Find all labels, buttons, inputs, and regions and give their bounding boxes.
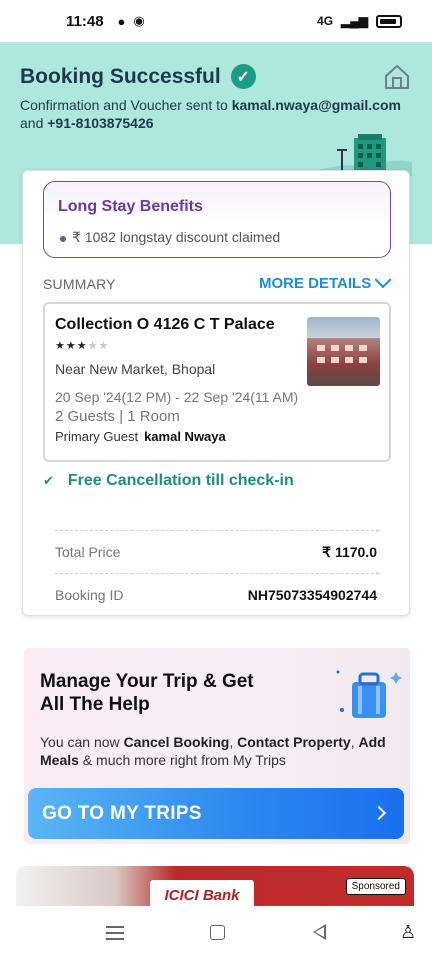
hotel-name: Collection O 4126 C T Palace <box>55 316 275 333</box>
status-right: 4G ▂▄▆ <box>317 14 402 28</box>
desc-text: , <box>350 734 359 750</box>
divider <box>55 573 379 574</box>
page-title: Booking Successful <box>20 64 221 88</box>
chevron-right-icon <box>371 805 387 821</box>
confirm-prefix: Confirmation and Voucher sent to <box>20 97 232 113</box>
bullet-icon <box>60 236 66 242</box>
desc-cancel-booking: Cancel Booking <box>123 734 230 750</box>
nav-home-icon[interactable] <box>210 925 225 940</box>
desc-text: , <box>229 734 238 750</box>
home-icon[interactable] <box>382 62 412 92</box>
desc-text: You can now <box>40 734 124 750</box>
system-nav-bar: ♙ <box>0 906 432 960</box>
manage-trip-description: You can now Cancel Booking, Contact Prop… <box>40 733 390 769</box>
free-cancellation-text: Free Cancellation till check-in <box>67 472 294 489</box>
booking-id-value: NH75073354902744 <box>247 587 377 603</box>
menu-icon[interactable] <box>106 926 124 940</box>
booking-summary-card: Long Stay Benefits ₹ 1082 longstay disco… <box>22 170 410 616</box>
booking-id-label: Booking ID <box>55 587 124 603</box>
title-row: Booking Successful ✓ <box>20 64 256 89</box>
signal-icon: ▂▄▆ <box>341 14 368 28</box>
desc-text: & much more right from My Trips <box>78 752 286 768</box>
manage-trip-section: Manage Your Trip & Get All The Help You … <box>24 648 410 844</box>
long-stay-title: Long Stay Benefits <box>58 198 203 215</box>
more-details-button[interactable]: MORE DETAILS <box>259 270 392 292</box>
summary-label: SUMMARY <box>43 276 116 292</box>
sponsored-badge: Sponsored <box>345 878 406 895</box>
suitcase-icon <box>336 670 402 718</box>
manage-trip-title: Manage Your Trip & Get All The Help <box>40 671 254 715</box>
total-price-label: Total Price <box>55 544 121 560</box>
email-text: kamal.nwaya@gmail.com <box>231 97 401 113</box>
star-rating: ★★★★★ <box>55 339 109 352</box>
primary-guest-label: Primary Guest <box>55 429 139 444</box>
primary-guest: Primary Guest kamal Nwaya <box>55 429 226 444</box>
chevron-down-icon <box>374 270 392 288</box>
go-to-my-trips-label: GO TO MY TRIPS <box>42 802 202 824</box>
chat-icon: ● <box>117 13 126 29</box>
hotel-details[interactable]: Collection O 4126 C T Palace ★★★★★ Near … <box>43 302 391 462</box>
status-time: 11:48 <box>66 12 104 30</box>
star-empty-icon: ★★ <box>87 340 110 352</box>
free-cancellation: ✔ Free Cancellation till check-in <box>43 472 294 490</box>
hotel-location: Near New Market, Bhopal <box>55 361 216 377</box>
confirm-and: and <box>20 115 48 131</box>
phone-text: +91-8103875426 <box>47 115 154 131</box>
app-notification-icon: ◉ <box>133 13 145 28</box>
accessibility-icon[interactable]: ♙ <box>400 922 416 943</box>
confirmation-text: Confirmation and Voucher sent to kamal.n… <box>20 96 420 132</box>
check-circle-icon: ✓ <box>230 64 256 89</box>
stay-dates: 20 Sep '24(12 PM) - 22 Sep '24(11 AM) <box>55 389 299 405</box>
battery-icon <box>376 14 402 28</box>
divider <box>55 530 379 531</box>
long-stay-benefits-box: Long Stay Benefits ₹ 1082 longstay disco… <box>43 181 391 258</box>
star-filled-icon: ★★★ <box>55 340 88 352</box>
long-stay-discount: ₹ 1082 longstay discount claimed <box>72 229 281 245</box>
total-price-value: ₹ 1170.0 <box>322 544 377 560</box>
more-details-label: MORE DETAILS <box>259 275 372 292</box>
check-icon: ✔ <box>43 473 54 488</box>
desc-contact-property: Contact Property <box>237 734 351 750</box>
hotel-photo[interactable] <box>307 317 380 386</box>
primary-guest-name: kamal Nwaya <box>144 429 226 444</box>
guests-rooms: 2 Guests | 1 Room <box>55 408 180 425</box>
network-label: 4G <box>317 14 334 28</box>
status-bar: 11:48 ● ◉ 4G ▂▄▆ <box>0 0 432 42</box>
nav-back-icon[interactable] <box>313 924 326 940</box>
go-to-my-trips-button[interactable]: GO TO MY TRIPS <box>28 788 404 839</box>
